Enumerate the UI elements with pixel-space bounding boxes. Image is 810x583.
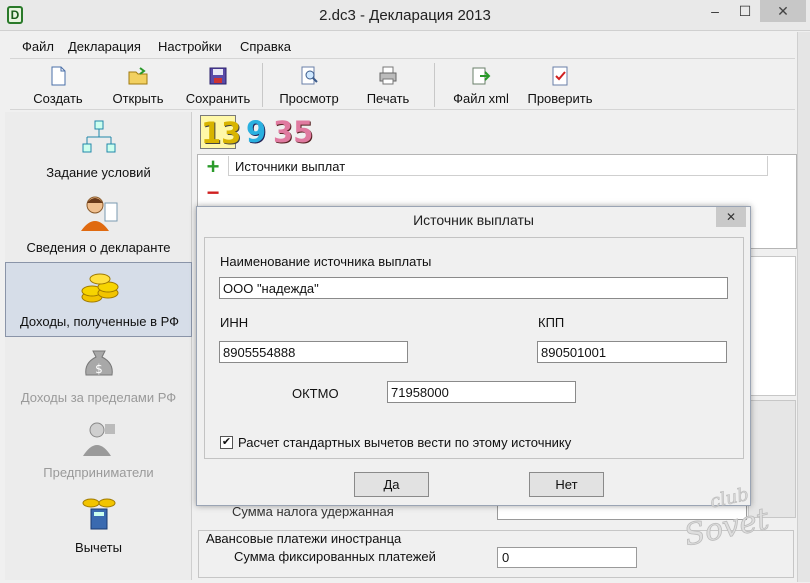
window-scrollbar[interactable] — [797, 32, 810, 582]
no-button[interactable]: Нет — [529, 472, 604, 497]
nav-label: Задание условий — [46, 165, 151, 180]
watermark-logo: club Sovet — [681, 484, 774, 548]
source-name-label: Наименование источника выплаты — [220, 254, 432, 269]
menu-settings[interactable]: Настройки — [158, 39, 222, 54]
svg-text:$: $ — [95, 362, 103, 376]
gold-coins-icon — [81, 273, 119, 303]
tax-withheld-label: Сумма налога удержанная — [232, 504, 394, 519]
verify-button[interactable]: Проверить — [522, 65, 598, 106]
nav-label: Предприниматели — [43, 465, 154, 480]
save-button[interactable]: Сохранить — [182, 65, 254, 106]
kpp-label: КПП — [538, 315, 565, 330]
open-folder-icon — [128, 67, 148, 85]
nav-label: Доходы за пределами РФ — [20, 390, 177, 405]
money-bag-icon: $ — [85, 350, 113, 376]
menu-file[interactable]: Файл — [22, 39, 54, 54]
rate-tab-13[interactable]: 13 — [200, 115, 241, 150]
print-label: Печать — [366, 91, 410, 106]
menu-bar: Файл Декларация Настройки Справка — [14, 35, 794, 57]
toolbar: Создать Открыть Сохранить Просмотр Печат… — [10, 58, 795, 110]
rate-tab-9[interactable]: 9 — [246, 115, 266, 149]
kpp-input[interactable]: 890501001 — [537, 341, 727, 363]
create-label: Создать — [33, 91, 83, 106]
preview-button[interactable]: Просмотр — [274, 65, 344, 106]
conditions-tree-icon — [82, 120, 116, 153]
verify-label: Проверить — [527, 91, 593, 106]
nav-label: Доходы, полученные в РФ — [19, 314, 180, 329]
create-button[interactable]: Создать — [28, 65, 88, 106]
preview-label: Просмотр — [279, 91, 339, 106]
open-button[interactable]: Открыть — [108, 65, 168, 106]
rate-tab-35[interactable]: 35 — [273, 115, 313, 149]
nav-item-conditions[interactable]: Задание условий — [5, 112, 192, 187]
toolbar-separator — [262, 63, 263, 107]
person-declarant-icon — [81, 196, 118, 231]
floppy-disk-icon — [209, 67, 227, 85]
sources-column-header: Источники выплат — [228, 156, 768, 176]
inn-input[interactable]: 8905554888 — [219, 341, 408, 363]
menu-help[interactable]: Справка — [240, 39, 291, 54]
open-label: Открыть — [112, 91, 164, 106]
toolbar-separator — [434, 63, 435, 107]
deductions-icon — [82, 498, 116, 530]
nav-item-entrepreneurs[interactable]: Предприниматели — [5, 412, 192, 487]
standard-deductions-checkbox[interactable]: ✔ — [220, 436, 233, 449]
section-sidebar: Задание условий Сведения о декларанте До… — [5, 112, 192, 580]
nav-item-declarant[interactable]: Сведения о декларанте — [5, 187, 192, 262]
oktmo-input[interactable]: 71958000 — [387, 381, 576, 403]
fixed-payments-label: Сумма фиксированных платежей — [234, 549, 436, 564]
xml-export-icon — [472, 67, 491, 85]
nav-item-deductions[interactable]: Вычеты — [5, 487, 192, 562]
nav-label: Вычеты — [75, 540, 122, 555]
xml-file-button[interactable]: Файл xml — [448, 65, 514, 106]
standard-deductions-label: Расчет стандартных вычетов вести по этом… — [238, 435, 572, 450]
xml-file-label: Файл xml — [453, 91, 509, 106]
fixed-payments-input[interactable]: 0 — [497, 547, 637, 568]
new-document-icon — [51, 66, 66, 86]
printer-icon — [379, 66, 397, 85]
maximize-button[interactable]: ☐ — [730, 0, 760, 22]
yes-button[interactable]: Да — [354, 472, 429, 497]
nav-item-income-abroad[interactable]: $ Доходы за пределами РФ — [5, 337, 192, 412]
dialog-title: Источник выплаты — [413, 212, 534, 228]
source-name-input[interactable]: ООО "надежда" — [219, 277, 728, 299]
minimize-button[interactable]: ‒ — [700, 0, 730, 22]
rate-tabs: 13 9 35 — [196, 113, 796, 151]
income-table-edge — [748, 256, 796, 396]
remove-source-button[interactable]: − — [203, 182, 223, 204]
menu-declaration[interactable]: Декларация — [68, 39, 141, 54]
close-window-button[interactable]: ✕ — [760, 0, 806, 22]
check-document-icon — [552, 66, 568, 86]
dialog-close-button[interactable]: ✕ — [716, 207, 746, 227]
nav-label: Сведения о декларанте — [26, 240, 171, 255]
window-title: 2.dc3 - Декларация 2013 — [319, 7, 491, 24]
save-label: Сохранить — [185, 91, 251, 106]
businessman-icon — [83, 422, 115, 456]
add-source-button[interactable]: + — [203, 156, 223, 178]
magnifier-preview-icon — [301, 66, 318, 85]
nav-item-income-rf[interactable]: Доходы, полученные в РФ — [5, 262, 192, 337]
advance-payments-title: Авансовые платежи иностранца — [204, 531, 404, 546]
inn-label: ИНН — [220, 315, 249, 330]
oktmo-label: ОКТМО — [292, 386, 339, 401]
print-button[interactable]: Печать — [360, 65, 416, 106]
